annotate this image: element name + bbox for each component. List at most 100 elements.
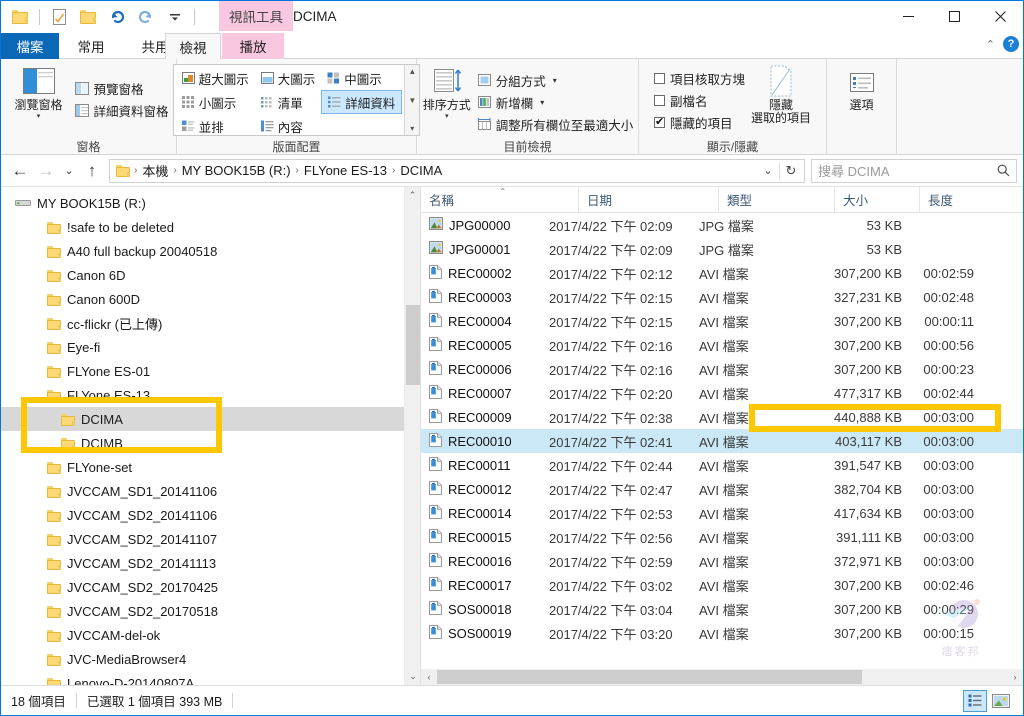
file-row[interactable]: REC00012 2017/4/22 下午 02:47 AVI 檔案 382,704 … (421, 477, 1023, 501)
tree-item[interactable]: JVCCAM_SD2_20141106 (1, 503, 420, 527)
column-header-size[interactable]: 大小 (835, 187, 920, 213)
tree-item[interactable]: JVCCAM_SD2_20170425 (1, 575, 420, 599)
file-row[interactable]: REC00016 2017/4/22 下午 02:59 AVI 檔案 372,971 … (421, 549, 1023, 573)
column-header-type[interactable]: 類型 (719, 187, 835, 213)
minimize-button[interactable] (885, 1, 931, 31)
view-tiles[interactable]: 並排 (176, 114, 255, 138)
file-extensions-checkbox[interactable] (653, 94, 665, 106)
address-dropdown-icon[interactable]: ⌄ (757, 160, 779, 182)
refresh-icon[interactable]: ↻ (780, 160, 802, 182)
breadcrumb-sep-3[interactable]: › (390, 165, 397, 176)
search-icon[interactable] (997, 164, 1010, 177)
file-row[interactable]: REC00011 2017/4/22 下午 02:44 AVI 檔案 391,547 … (421, 453, 1023, 477)
tree-item[interactable]: FLYone ES-01 (1, 359, 420, 383)
tree-item[interactable]: FLYone-set (1, 455, 420, 479)
file-row[interactable]: REC00009 2017/4/22 下午 02:38 AVI 檔案 440,888 … (421, 405, 1023, 429)
tab-view[interactable]: 檢視 (165, 33, 221, 60)
tree-item[interactable]: DCIMA (1, 407, 420, 431)
customize-qat-icon[interactable] (162, 4, 188, 30)
tree-item[interactable]: Eye-fi (1, 335, 420, 359)
nav-scroll-up-icon[interactable]: ⌃ (405, 187, 420, 204)
file-row[interactable]: REC00002 2017/4/22 下午 02:12 AVI 檔案 307,200 … (421, 261, 1023, 285)
column-header-name[interactable]: ⌃ 名稱 (421, 187, 579, 213)
breadcrumb-item-3[interactable]: DCIMA (397, 163, 445, 178)
tree-item[interactable]: JVCCAM_SD2_20170518 (1, 599, 420, 623)
view-medium-icons[interactable]: 中圖示 (321, 66, 402, 90)
group-by-button[interactable]: 分組方式 ▾ (475, 69, 637, 91)
file-row[interactable]: REC00005 2017/4/22 下午 02:16 AVI 檔案 307,200 … (421, 333, 1023, 357)
file-row[interactable]: JPG00001 2017/4/22 下午 02:09 JPG 檔案 53 KB (421, 237, 1023, 261)
file-row[interactable]: REC00007 2017/4/22 下午 02:20 AVI 檔案 477,317 … (421, 381, 1023, 405)
file-row[interactable]: REC00004 2017/4/22 下午 02:15 AVI 檔案 307,200 … (421, 309, 1023, 333)
column-header-length[interactable]: 長度 (920, 187, 1010, 213)
new-folder-icon[interactable] (7, 4, 33, 30)
column-header-date[interactable]: 日期 (579, 187, 719, 213)
tree-item[interactable]: Lenovo-D-20140807A (1, 671, 420, 685)
navigation-pane-button[interactable]: 瀏覽窗格 ▾ (6, 63, 72, 120)
options-button[interactable]: 選項 (829, 67, 895, 112)
file-row[interactable]: SOS00019 2017/4/22 下午 03:20 AVI 檔案 307,200 … (421, 621, 1023, 645)
hscroll-left-icon[interactable]: ‹ (421, 669, 437, 685)
open-folder-icon[interactable] (75, 4, 101, 30)
hscroll-right-icon[interactable]: › (1007, 669, 1023, 685)
sort-by-button[interactable]: 排序方式 ▾ (419, 63, 475, 120)
tree-item[interactable]: JVCCAM_SD2_20141113 (1, 551, 420, 575)
tab-play[interactable]: 播放 (222, 33, 284, 59)
tree-item[interactable]: Canon 6D (1, 263, 420, 287)
search-input[interactable]: 搜尋 DCIMA (811, 158, 1017, 183)
file-row[interactable]: REC00015 2017/4/22 下午 02:56 AVI 檔案 391,111 … (421, 525, 1023, 549)
file-extensions-toggle[interactable]: 副檔名 (651, 89, 748, 111)
nav-pane-scrollbar[interactable]: ⌃ ⌄ (404, 187, 420, 685)
back-button[interactable]: ← (7, 158, 33, 184)
undo-icon[interactable] (104, 4, 130, 30)
tree-item[interactable]: JVCCAM_SD2_20141107 (1, 527, 420, 551)
navigation-pane-caret[interactable]: ▾ (37, 112, 41, 120)
preview-pane-button[interactable]: 預覽窗格 (72, 77, 172, 99)
tree-item[interactable]: JVCCAM_SD1_20141106 (1, 479, 420, 503)
close-button[interactable] (977, 1, 1023, 31)
tree-item[interactable]: A40 full backup 20040518 (1, 239, 420, 263)
nav-scroll-down-icon[interactable]: ⌄ (405, 668, 420, 685)
collapse-ribbon-icon[interactable]: ⌃ (986, 38, 995, 51)
group-by-caret[interactable]: ▾ (553, 76, 557, 85)
hidden-items-toggle[interactable]: 隱藏的項目 (651, 111, 748, 133)
breadcrumb-sep-1[interactable]: › (171, 165, 178, 176)
gallery-more-icon[interactable]: ▾ (410, 124, 414, 133)
tab-file[interactable]: 檔案 (1, 33, 59, 59)
file-row[interactable]: REC00003 2017/4/22 下午 02:15 AVI 檔案 327,231 … (421, 285, 1023, 309)
breadcrumb-item-2[interactable]: FLYone ES-13 (301, 163, 390, 178)
up-button[interactable]: ↑ (79, 158, 105, 184)
maximize-button[interactable] (931, 1, 977, 31)
tree-item[interactable]: JVC-MediaBrowser4 (1, 647, 420, 671)
add-columns-button[interactable]: 新增欄 ▾ (475, 91, 637, 113)
size-all-columns-button[interactable]: 調整所有欄位至最適大小 (475, 113, 637, 135)
breadcrumb-item-1[interactable]: MY BOOK15B (R:) (179, 163, 294, 178)
recent-locations-button[interactable]: ⌄ (59, 158, 79, 184)
tree-item[interactable]: MY BOOK15B (R:) (1, 191, 420, 215)
details-pane-button[interactable]: 詳細資料窗格 (72, 99, 172, 121)
file-row[interactable]: SOS00018 2017/4/22 下午 03:04 AVI 檔案 307,200 … (421, 597, 1023, 621)
hscroll-thumb[interactable] (437, 670, 862, 684)
file-row[interactable]: REC00010 2017/4/22 下午 02:41 AVI 檔案 403,117 … (421, 429, 1023, 453)
tab-home[interactable]: 常用 (59, 33, 123, 59)
file-row[interactable]: JPG00000 2017/4/22 下午 02:09 JPG 檔案 53 KB (421, 213, 1023, 237)
breadcrumb-item-0[interactable]: 本機 (139, 161, 171, 180)
large-icons-view-button[interactable] (989, 690, 1013, 712)
view-details[interactable]: 詳細資料 (321, 90, 403, 114)
view-extra-large-icons[interactable]: 超大圖示 (176, 66, 255, 90)
file-row[interactable]: REC00017 2017/4/22 下午 03:02 AVI 檔案 307,200 … (421, 573, 1023, 597)
view-content[interactable]: 內容 (255, 114, 322, 138)
sort-by-caret[interactable]: ▾ (445, 112, 449, 120)
tree-item[interactable]: !safe to be deleted (1, 215, 420, 239)
help-icon[interactable]: ? (1003, 36, 1019, 52)
tree-item[interactable]: FLYone ES-13 (1, 383, 420, 407)
forward-button[interactable]: → (33, 158, 59, 184)
breadcrumb-sep-2[interactable]: › (294, 165, 301, 176)
gallery-scroll-up-icon[interactable]: ▲ (408, 67, 416, 76)
tree-item[interactable]: Canon 600D (1, 287, 420, 311)
item-checkboxes-checkbox[interactable] (653, 72, 665, 84)
view-list[interactable]: 清單 (255, 90, 322, 114)
redo-icon[interactable] (133, 4, 159, 30)
view-small-icons[interactable]: 小圖示 (176, 90, 255, 114)
tree-item[interactable]: DCIMB (1, 431, 420, 455)
